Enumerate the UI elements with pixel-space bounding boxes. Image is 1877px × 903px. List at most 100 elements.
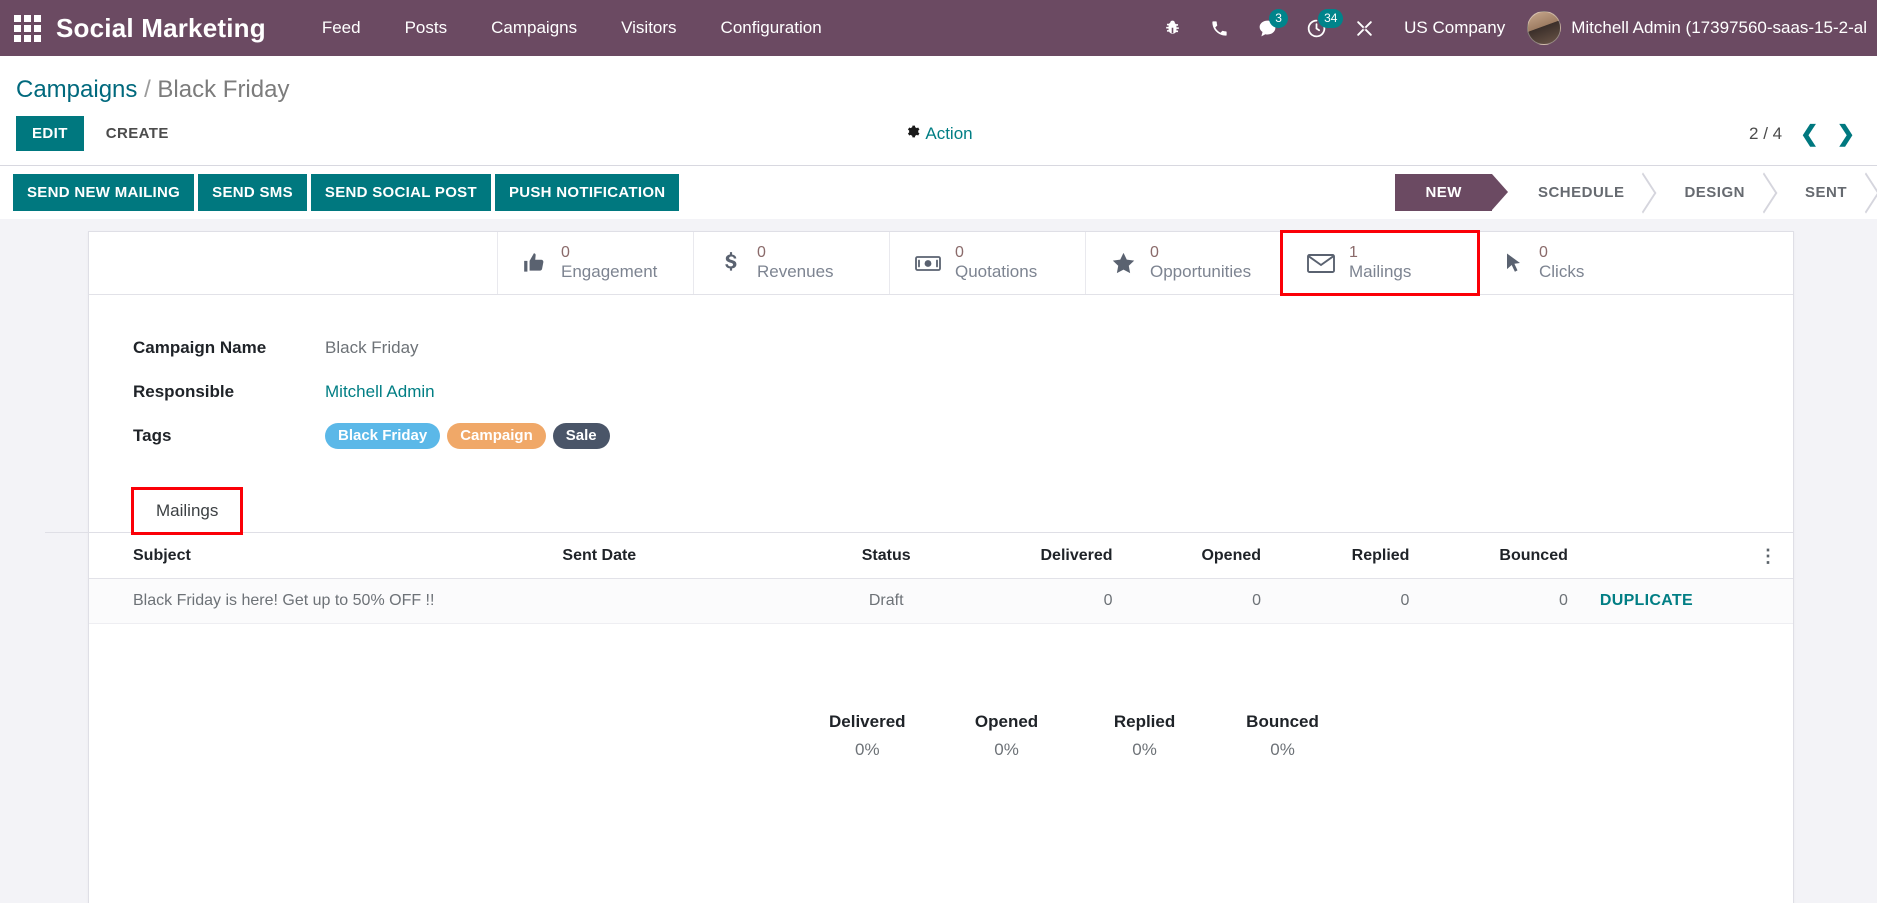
summary-value-opened: 0%	[994, 740, 1019, 759]
activity-clock-icon[interactable]: 34	[1292, 0, 1344, 56]
apps-grid-icon[interactable]	[10, 11, 44, 45]
vertical-dots-icon[interactable]: ⋮	[1759, 547, 1777, 565]
stat-button-revenues[interactable]: 0 Revenues	[694, 232, 890, 294]
activity-badge-count: 34	[1318, 9, 1344, 28]
column-header-sent-date[interactable]: Sent Date	[546, 533, 793, 579]
cell-delivered[interactable]: 0	[979, 578, 1129, 624]
cell-subject[interactable]: Black Friday is here! Get up to 50% OFF …	[89, 578, 547, 624]
mailings-table: Subject Sent Date Status Delivered Opene…	[89, 533, 1793, 624]
stat-value-revenues: 0	[757, 244, 766, 262]
user-menu[interactable]: Mitchell Admin (17397560-saas-15-2-al	[1521, 11, 1877, 45]
dollar-icon	[718, 250, 744, 276]
table-body: Black Friday is here! Get up to 50% OFF …	[89, 578, 1793, 624]
summary-value-delivered: 0%	[854, 740, 880, 759]
cell-bounced[interactable]: 0	[1425, 578, 1584, 624]
column-header-subject[interactable]: Subject	[89, 533, 547, 579]
send-sms-button[interactable]: SEND SMS	[198, 174, 307, 211]
status-bar: NEW SCHEDULE DESIGN SENT	[1395, 174, 1877, 211]
stat-button-mailings[interactable]: 1 Mailings	[1280, 230, 1480, 296]
duplicate-button[interactable]: DUPLICATE	[1600, 592, 1693, 609]
notebook-tabs: Mailings	[130, 487, 1793, 535]
star-icon	[1110, 250, 1137, 277]
status-step-new[interactable]: NEW	[1395, 174, 1508, 211]
stat-box-spacer	[89, 232, 498, 294]
breadcrumb: Campaigns / Black Friday	[0, 56, 1877, 110]
mailing-summary: Delivered 0% Opened 0% Replied 0% Bounce…	[89, 624, 1793, 760]
action-menu[interactable]: Action	[904, 123, 973, 144]
tags-list: Black Friday Campaign Sale	[325, 423, 610, 449]
cell-replied[interactable]: 0	[1277, 578, 1426, 624]
tools-icon[interactable]	[1341, 0, 1388, 56]
column-header-actions	[1583, 533, 1743, 579]
chat-icon[interactable]: 3	[1243, 0, 1292, 56]
thumbs-up-icon	[522, 250, 548, 276]
field-row-responsible: Responsible Mitchell Admin	[133, 379, 1793, 405]
tag-campaign[interactable]: Campaign	[447, 423, 546, 449]
table-header-row: Subject Sent Date Status Delivered Opene…	[89, 533, 1793, 579]
campaign-name-value[interactable]: Black Friday	[325, 338, 419, 358]
cell-opened[interactable]: 0	[1128, 578, 1278, 624]
app-brand-title[interactable]: Social Marketing	[56, 13, 266, 44]
column-header-status[interactable]: Status	[792, 533, 980, 579]
status-step-sent[interactable]: SENT	[1775, 174, 1877, 211]
record-pager: 2 / 4 ❮ ❯	[1749, 122, 1861, 145]
stat-label-revenues: Revenues	[757, 262, 834, 282]
main-menu: Feed Posts Campaigns Visitors Configurat…	[300, 1, 844, 55]
stat-button-engagement[interactable]: 0 Engagement	[498, 232, 694, 294]
table-row[interactable]: Black Friday is here! Get up to 50% OFF …	[89, 578, 1793, 624]
chevron-right-icon[interactable]: ❯	[1837, 122, 1855, 145]
summary-label-delivered: Delivered	[829, 712, 906, 731]
stat-button-opportunities[interactable]: 0 Opportunities	[1086, 232, 1282, 294]
breadcrumb-parent-campaigns[interactable]: Campaigns	[16, 76, 137, 103]
stat-value-opportunities: 0	[1150, 244, 1159, 262]
responsible-value[interactable]: Mitchell Admin	[325, 382, 435, 402]
menu-item-configuration[interactable]: Configuration	[699, 1, 844, 55]
form-button-bar: SEND NEW MAILING SEND SMS SEND SOCIAL PO…	[0, 165, 1877, 219]
tab-mailings[interactable]: Mailings	[130, 487, 244, 535]
column-header-replied[interactable]: Replied	[1277, 533, 1426, 579]
tag-black-friday[interactable]: Black Friday	[325, 423, 441, 449]
bug-icon[interactable]	[1149, 0, 1196, 56]
edit-button[interactable]: EDIT	[16, 116, 84, 151]
table-options-cell: ⋮	[1742, 533, 1793, 579]
send-new-mailing-button[interactable]: SEND NEW MAILING	[13, 174, 195, 211]
top-navbar: Social Marketing Feed Posts Campaigns Vi…	[0, 0, 1877, 56]
create-button[interactable]: CREATE	[90, 116, 185, 151]
column-header-opened[interactable]: Opened	[1128, 533, 1278, 579]
summary-label-replied: Replied	[1113, 712, 1176, 731]
push-notification-button[interactable]: PUSH NOTIFICATION	[494, 174, 680, 211]
action-menu-label: Action	[925, 123, 973, 143]
stat-label-opportunities: Opportunities	[1150, 262, 1252, 282]
gear-icon	[904, 124, 919, 144]
column-header-bounced[interactable]: Bounced	[1425, 533, 1584, 579]
tag-sale[interactable]: Sale	[552, 423, 610, 449]
stat-value-clicks: 0	[1539, 244, 1548, 262]
menu-item-visitors[interactable]: Visitors	[599, 1, 698, 55]
stat-button-quotations[interactable]: 0 Quotations	[890, 232, 1086, 294]
status-step-schedule[interactable]: SCHEDULE	[1508, 174, 1655, 211]
stat-value-quotations: 0	[955, 244, 964, 262]
mouse-pointer-icon	[1502, 250, 1526, 277]
summary-value-bounced: 0%	[1270, 740, 1295, 759]
menu-item-campaigns[interactable]: Campaigns	[469, 1, 599, 55]
stat-button-clicks[interactable]: 0 Clicks	[1478, 232, 1674, 294]
phone-icon[interactable]	[1196, 0, 1243, 56]
summary-bounced: Bounced 0%	[1246, 712, 1320, 760]
menu-item-posts[interactable]: Posts	[383, 1, 470, 55]
money-bill-icon	[914, 250, 942, 276]
summary-opened: Opened 0%	[970, 712, 1044, 760]
envelope-icon	[1306, 250, 1336, 276]
field-row-campaign-name: Campaign Name Black Friday	[133, 335, 1793, 361]
cell-status[interactable]: Draft	[792, 578, 980, 624]
summary-value-replied: 0%	[1132, 740, 1157, 759]
status-step-design[interactable]: DESIGN	[1654, 174, 1775, 211]
company-switcher[interactable]: US Company	[1388, 18, 1521, 38]
field-row-tags: Tags Black Friday Campaign Sale	[133, 423, 1793, 449]
menu-item-feed[interactable]: Feed	[300, 1, 383, 55]
cell-sent-date[interactable]	[546, 578, 793, 624]
responsible-label: Responsible	[133, 382, 235, 401]
stat-value-engagement: 0	[561, 244, 570, 262]
column-header-delivered[interactable]: Delivered	[979, 533, 1129, 579]
send-social-post-button[interactable]: SEND SOCIAL POST	[310, 174, 491, 211]
chevron-left-icon[interactable]: ❮	[1800, 122, 1818, 145]
